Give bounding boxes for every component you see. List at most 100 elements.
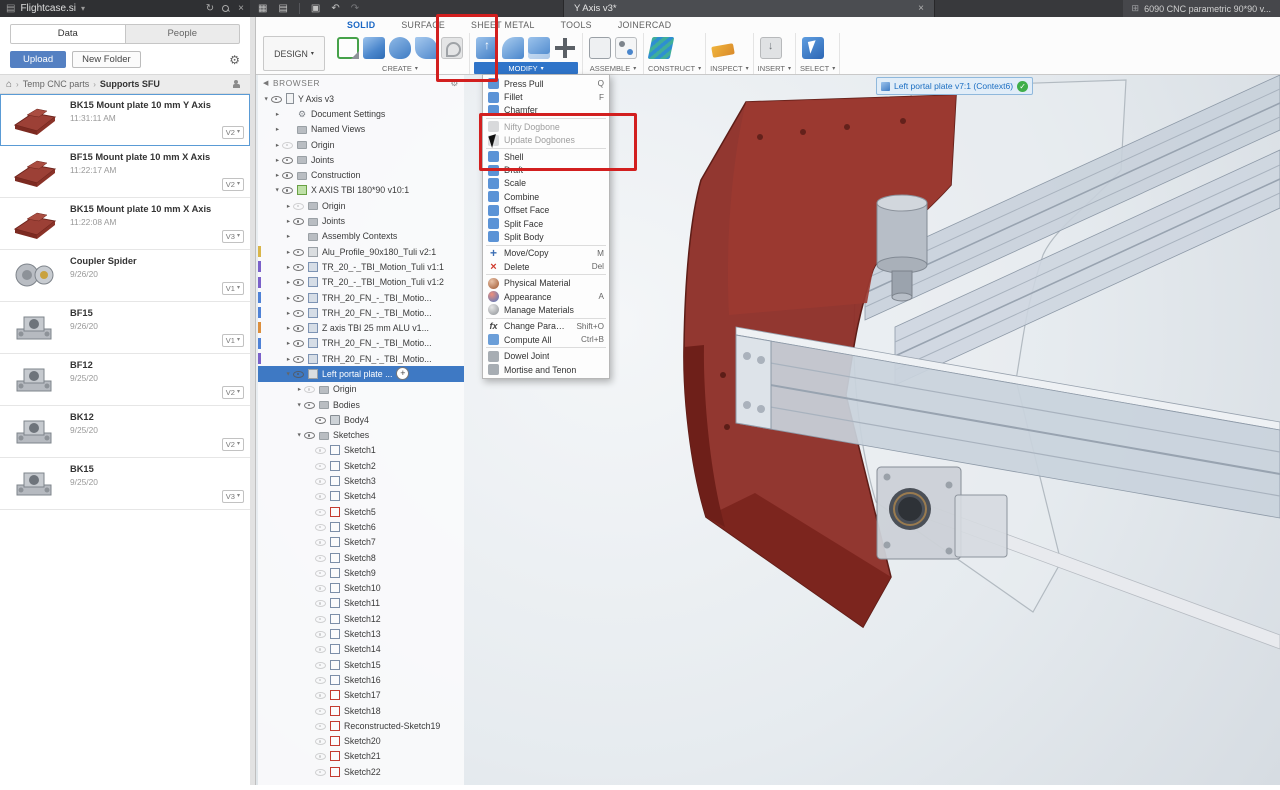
expand-arrow-icon[interactable]: ▸	[273, 141, 282, 149]
visibility-eye-icon[interactable]	[315, 706, 326, 716]
tree-row[interactable]: ▸Sketch22	[258, 764, 464, 779]
upload-button[interactable]: Upload	[10, 51, 67, 68]
tree-row[interactable]: ▸Sketch17	[258, 688, 464, 703]
close-panel-icon[interactable]: ×	[238, 3, 244, 14]
visibility-eye-icon[interactable]	[293, 354, 304, 364]
expand-arrow-icon[interactable]: ▸	[295, 385, 304, 393]
version-badge[interactable]: V3 ▾	[221, 490, 244, 503]
tree-row[interactable]: ▸ X AXIS TBI 180*90 v10:1	[258, 183, 464, 198]
visibility-eye-icon[interactable]	[293, 201, 304, 211]
visibility-eye-icon[interactable]	[315, 568, 326, 578]
visibility-eye-icon[interactable]	[315, 476, 326, 486]
visibility-eye-icon[interactable]	[315, 537, 326, 547]
menu-item-manage-materials[interactable]: Manage Materials	[483, 303, 609, 316]
expand-arrow-icon[interactable]: ▸	[273, 156, 282, 164]
tree-row[interactable]: ▸ Assembly Contexts	[258, 229, 464, 244]
measure-icon[interactable]	[711, 43, 735, 58]
visibility-eye-icon[interactable]	[293, 262, 304, 272]
expand-arrow-icon[interactable]: ▸	[284, 294, 293, 302]
visibility-eye-icon[interactable]	[293, 293, 304, 303]
expand-arrow-icon[interactable]: ▸	[284, 217, 293, 225]
visibility-eye-icon[interactable]	[315, 721, 326, 731]
visibility-eye-icon[interactable]	[304, 400, 315, 410]
save-icon[interactable]: ▣	[311, 3, 320, 14]
file-list-item[interactable]: BK12 9/25/20 V2 ▾	[0, 406, 250, 458]
version-badge[interactable]: V2 ▾	[221, 438, 244, 451]
expand-arrow-icon[interactable]: ▸	[284, 263, 293, 271]
visibility-eye-icon[interactable]	[293, 308, 304, 318]
menu-item-compute-all[interactable]: Compute All Ctrl+B	[483, 333, 609, 346]
tree-row[interactable]: ▸Sketch1	[258, 443, 464, 458]
tree-row[interactable]: ▸ Origin	[258, 382, 464, 397]
file-list-item[interactable]: Coupler Spider 9/26/20 V1 ▾	[0, 250, 250, 302]
tree-row[interactable]: ▸Sketch5	[258, 504, 464, 519]
expand-arrow-icon[interactable]: ▸	[284, 324, 293, 332]
expand-arrow-icon[interactable]: ▸	[284, 355, 293, 363]
tree-row[interactable]: ▸ Z axis TBI 25 mm ALU v1...	[258, 320, 464, 335]
visibility-eye-icon[interactable]	[293, 277, 304, 287]
tree-row[interactable]: ▸ Origin	[258, 137, 464, 152]
construction-plane-icon[interactable]	[647, 36, 675, 59]
select-icon[interactable]	[802, 36, 825, 59]
document-tab[interactable]: Y Axis v3* ×	[563, 0, 935, 17]
design-dropdown[interactable]: DESIGN ▾	[263, 36, 325, 71]
menu-item-change-parameters[interactable]: fx Change Parameters Shift+O	[483, 320, 609, 333]
tree-row[interactable]: ▸ Left portal plate ... +	[258, 366, 464, 382]
create-sketch-icon[interactable]	[337, 36, 359, 59]
visibility-eye-icon[interactable]	[315, 767, 326, 777]
visibility-eye-icon[interactable]	[293, 338, 304, 348]
tree-row[interactable]: ▸Sketch18	[258, 703, 464, 718]
menu-item-appearance[interactable]: Appearance A	[483, 290, 609, 303]
visibility-eye-icon[interactable]	[293, 216, 304, 226]
tab-tools[interactable]: TOOLS	[561, 20, 592, 30]
tree-row[interactable]: ▸Reconstructed-Sketch19	[258, 718, 464, 733]
new-folder-button[interactable]: New Folder	[72, 51, 141, 68]
tree-row[interactable]: ▸ ⚙ Document Settings	[258, 106, 464, 121]
visibility-eye-icon[interactable]	[315, 614, 326, 624]
expand-arrow-icon[interactable]: ▸	[273, 171, 282, 179]
visibility-eye-icon[interactable]	[282, 140, 293, 150]
visibility-eye-icon[interactable]	[315, 553, 326, 563]
expand-arrow-icon[interactable]: ▸	[273, 110, 282, 118]
tree-row[interactable]: ▸ TRH_20_FN_-_TBI_Motio...	[258, 351, 464, 366]
project-caret-icon[interactable]: ▾	[81, 4, 85, 13]
expand-arrow-icon[interactable]: ▸	[284, 248, 293, 256]
tree-row[interactable]: ▸ TR_20_-_TBI_Motion_Tuli v1:1	[258, 259, 464, 274]
edit-in-place-icon[interactable]: +	[396, 367, 410, 381]
expand-arrow-icon[interactable]: ▸	[284, 202, 293, 210]
undo-icon[interactable]: ↶	[331, 3, 339, 14]
menu-item-combine[interactable]: Combine	[483, 190, 609, 203]
visibility-eye-icon[interactable]	[304, 430, 315, 440]
visibility-eye-icon[interactable]	[315, 675, 326, 685]
visibility-eye-icon[interactable]	[293, 369, 304, 379]
visibility-eye-icon[interactable]	[315, 445, 326, 455]
visibility-eye-icon[interactable]	[315, 736, 326, 746]
panel-settings-gear-icon[interactable]: ⚙	[229, 53, 240, 67]
tree-row[interactable]: ▸Sketch10	[258, 581, 464, 596]
tree-row[interactable]: ▸ Sketches	[258, 428, 464, 443]
tab-people[interactable]: People	[126, 25, 240, 43]
tree-row[interactable]: ▸ Joints	[258, 213, 464, 228]
collapse-arrow-icon[interactable]: ▸	[263, 94, 271, 103]
expand-arrow-icon[interactable]: ▸	[284, 278, 293, 286]
tree-row[interactable]: ▸Sketch4	[258, 489, 464, 504]
menu-item-mortise-and-tenon[interactable]: Mortise and Tenon	[483, 363, 609, 376]
tree-row[interactable]: ▸Sketch12	[258, 611, 464, 626]
menu-item-split-face[interactable]: Split Face	[483, 217, 609, 230]
visibility-eye-icon[interactable]	[282, 185, 293, 195]
file-list-item[interactable]: BK15 Mount plate 10 mm Y Axis 11:31:11 AM…	[0, 94, 250, 146]
tree-row[interactable]: ▸ TRH_20_FN_-_TBI_Motio...	[258, 305, 464, 320]
tree-row[interactable]: ▸ TR_20_-_TBI_Motion_Tuli v1:2	[258, 275, 464, 290]
tab-data[interactable]: Data	[11, 25, 126, 43]
collapse-arrow-icon[interactable]: ▸	[274, 186, 282, 195]
context-badge[interactable]: Left portal plate v7:1 (Context6) ✓	[876, 77, 1034, 95]
tree-row[interactable]: ▸Body4	[258, 412, 464, 427]
file-list-item[interactable]: BK15 9/25/20 V3 ▾	[0, 458, 250, 510]
search-icon[interactable]	[222, 4, 230, 13]
tree-row[interactable]: ▸Sketch6	[258, 519, 464, 534]
visibility-eye-icon[interactable]	[293, 323, 304, 333]
expand-arrow-icon[interactable]: ▸	[284, 339, 293, 347]
version-badge[interactable]: V2 ▾	[221, 386, 244, 399]
menu-item-delete[interactable]: × Delete Del	[483, 260, 609, 273]
breadcrumb-root[interactable]: Temp CNC parts	[23, 79, 90, 89]
